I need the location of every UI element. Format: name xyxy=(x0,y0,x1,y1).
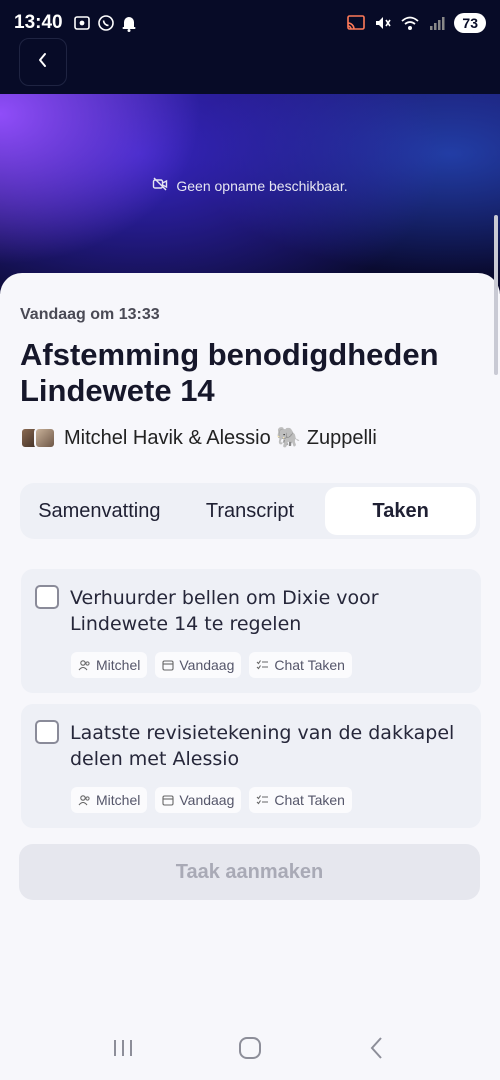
recording-banner: Geen opname beschikbaar. xyxy=(0,94,500,294)
task-list-label: Chat Taken xyxy=(274,792,345,808)
chevron-left-icon xyxy=(36,51,50,73)
due-date-chip[interactable]: Vandaag xyxy=(155,652,242,678)
task-text[interactable]: Verhuurder bellen om Dixie voor Lindewet… xyxy=(70,585,470,637)
wifi-icon xyxy=(400,14,420,32)
battery-level: 73 xyxy=(454,13,486,33)
task-checkbox[interactable] xyxy=(35,720,59,744)
assignee-label: Mitchel xyxy=(96,657,141,673)
participants-names: Mitchel Havik & Alessio 🐘 Zuppelli xyxy=(64,427,377,449)
meeting-title: Afstemming benodigdheden Lindewete 14 xyxy=(20,337,439,408)
tab-bar: Samenvatting Transcript Taken xyxy=(20,483,480,539)
participants: Mitchel Havik & Alessio 🐘 Zuppelli xyxy=(20,425,377,450)
people-icon xyxy=(78,659,91,671)
task-card: Verhuurder bellen om Dixie voor Lindewet… xyxy=(21,569,481,693)
home-icon xyxy=(238,1036,262,1064)
create-task-button[interactable]: Taak aanmaken xyxy=(19,844,480,900)
assignee-label: Mitchel xyxy=(96,792,141,808)
task-list-chip[interactable]: Chat Taken xyxy=(249,652,352,678)
due-date-label: Vandaag xyxy=(179,792,235,808)
notification-bell-icon xyxy=(121,14,137,32)
avatar xyxy=(34,426,56,449)
assignee-chip[interactable]: Mitchel xyxy=(71,652,148,678)
task-chips: Mitchel Vandaag Chat Taken xyxy=(71,652,352,678)
no-recording-text: Geen opname beschikbaar. xyxy=(176,177,348,194)
calendar-icon xyxy=(162,659,174,671)
task-list-label: Chat Taken xyxy=(274,657,345,673)
due-date-label: Vandaag xyxy=(179,657,235,673)
cast-icon xyxy=(346,14,366,32)
recent-apps-button[interactable] xyxy=(93,1030,153,1070)
participant-avatars xyxy=(20,426,56,449)
tab-transcript[interactable]: Transcript xyxy=(175,487,326,535)
whatsapp-icon xyxy=(97,14,115,32)
assignee-chip[interactable]: Mitchel xyxy=(71,787,148,813)
signal-icon xyxy=(428,14,446,32)
video-off-icon xyxy=(152,176,168,195)
task-text[interactable]: Laatste revisietekening van de dakkapel … xyxy=(70,720,470,772)
back-button[interactable] xyxy=(19,38,67,86)
back-arrow-icon xyxy=(369,1036,385,1064)
scrollbar[interactable] xyxy=(494,215,498,375)
people-icon xyxy=(78,794,91,806)
due-date-chip[interactable]: Vandaag xyxy=(155,787,242,813)
checklist-icon xyxy=(256,659,269,671)
tab-samenvatting[interactable]: Samenvatting xyxy=(24,487,175,535)
top-header xyxy=(0,38,500,94)
status-bar: 13:40 73 xyxy=(0,0,500,46)
task-list-chip[interactable]: Chat Taken xyxy=(249,787,352,813)
screen-record-icon xyxy=(73,14,91,32)
checklist-icon xyxy=(256,794,269,806)
task-checkbox[interactable] xyxy=(35,585,59,609)
home-button[interactable] xyxy=(220,1030,280,1070)
no-recording-notice: Geen opname beschikbaar. xyxy=(0,176,500,195)
calendar-icon xyxy=(162,794,174,806)
system-back-button[interactable] xyxy=(347,1030,407,1070)
system-nav-bar xyxy=(0,1020,500,1080)
recent-apps-icon xyxy=(112,1038,134,1062)
meeting-sheet: Vandaag om 13:33 Afstemming benodigdhede… xyxy=(0,273,500,1080)
mute-icon xyxy=(374,14,392,32)
meeting-date: Vandaag om 13:33 xyxy=(20,306,160,323)
task-chips: Mitchel Vandaag Chat Taken xyxy=(71,787,352,813)
status-time: 13:40 xyxy=(14,12,63,33)
tab-taken[interactable]: Taken xyxy=(325,487,477,535)
task-card: Laatste revisietekening van de dakkapel … xyxy=(21,704,481,828)
